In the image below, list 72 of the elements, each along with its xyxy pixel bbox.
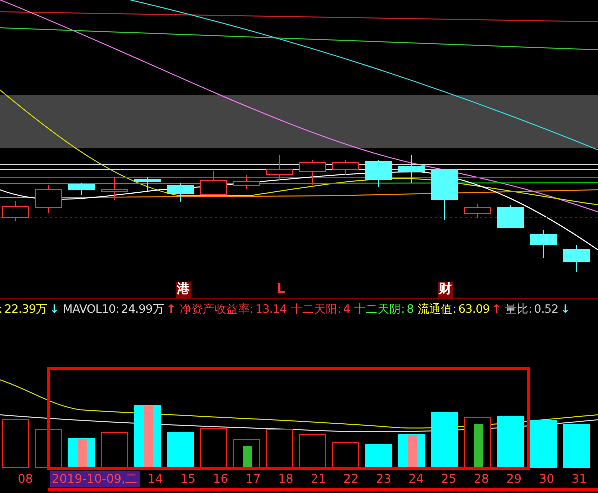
candlestick bbox=[200, 170, 228, 196]
axis-label: 23 bbox=[376, 471, 392, 487]
candlestick bbox=[366, 160, 392, 188]
axis-label: 15 bbox=[180, 471, 196, 487]
axis-label: 18 bbox=[278, 471, 294, 487]
candlestick bbox=[464, 204, 492, 218]
indicator-value: 22.39万 bbox=[4, 300, 48, 318]
candlestick bbox=[102, 176, 128, 200]
volume-bar bbox=[102, 432, 128, 468]
axis-label: 29 bbox=[506, 471, 522, 487]
axis-label: 28 bbox=[474, 471, 490, 487]
marker-badge: 财 bbox=[438, 282, 453, 298]
candlestick bbox=[68, 182, 96, 196]
date-label: 2019-10-09,二 bbox=[50, 471, 140, 487]
indicator-value: 13.14 bbox=[256, 300, 288, 318]
volume-bar bbox=[332, 442, 360, 468]
indicator-label: 流通值: bbox=[418, 300, 457, 318]
trend-arrow: ↑ bbox=[492, 300, 502, 318]
indicator-label: 量比: bbox=[505, 300, 532, 318]
indicator-value: 8 bbox=[406, 300, 414, 318]
marker-badge: 港 bbox=[176, 282, 191, 298]
axis-label: 22 bbox=[344, 471, 359, 487]
volume-bar bbox=[366, 444, 392, 468]
volume-bar bbox=[530, 420, 558, 468]
indicator-label: MAVOL10: bbox=[63, 300, 120, 318]
marker-letter: L bbox=[276, 282, 286, 298]
candlestick bbox=[564, 244, 590, 272]
indicator-value: 24.99万 bbox=[121, 300, 164, 318]
volume-bar bbox=[398, 434, 426, 468]
volume-bar bbox=[200, 428, 228, 468]
candlestick bbox=[530, 230, 558, 258]
candlestick bbox=[332, 160, 360, 176]
axis-label: 31 bbox=[572, 471, 588, 487]
axis-label: 25 bbox=[441, 471, 457, 487]
volume-bar bbox=[300, 434, 326, 468]
candlestick bbox=[234, 174, 260, 190]
candlestick bbox=[398, 154, 426, 184]
axis-label: 17 bbox=[246, 471, 262, 487]
candlestick bbox=[432, 170, 458, 220]
volume-bar bbox=[266, 430, 294, 468]
axis-label: 08 bbox=[18, 471, 34, 487]
axis-label: 24 bbox=[408, 471, 424, 487]
axis-label: 16 bbox=[213, 471, 228, 487]
volume-bar bbox=[168, 432, 194, 468]
indicator-label: 净资产收益率: bbox=[180, 300, 254, 318]
volume-bar bbox=[68, 438, 96, 468]
trend-arrow: ↑ bbox=[166, 300, 176, 318]
indicator-label: 十二天阳: bbox=[291, 300, 342, 318]
candlestick bbox=[300, 160, 326, 186]
candlestick bbox=[36, 184, 62, 214]
candlestick bbox=[266, 154, 294, 180]
axis-label: 21 bbox=[311, 471, 326, 487]
indicator-value: 63.09 bbox=[458, 300, 490, 318]
trend-arrow: ↓ bbox=[560, 300, 570, 318]
volume-bar bbox=[134, 406, 162, 468]
volume-bar bbox=[498, 416, 524, 468]
volume-bar bbox=[2, 420, 30, 468]
indicator-label: : bbox=[0, 300, 3, 318]
volume-bar bbox=[564, 424, 590, 468]
candlestick bbox=[498, 204, 524, 228]
candlestick bbox=[168, 182, 194, 202]
candlestick bbox=[2, 200, 30, 222]
trend-arrow: ↓ bbox=[50, 300, 60, 318]
volume-bar bbox=[234, 440, 260, 468]
axis-label: 14 bbox=[148, 471, 164, 487]
indicator-value: 0.52 bbox=[534, 300, 559, 318]
axis-label: 30 bbox=[539, 471, 554, 487]
volume-bar bbox=[464, 418, 492, 468]
volume-bar bbox=[432, 412, 458, 468]
indicator-label: 十二天阴: bbox=[354, 300, 405, 318]
indicator-value: 4 bbox=[343, 300, 350, 318]
candlestick bbox=[134, 176, 162, 192]
